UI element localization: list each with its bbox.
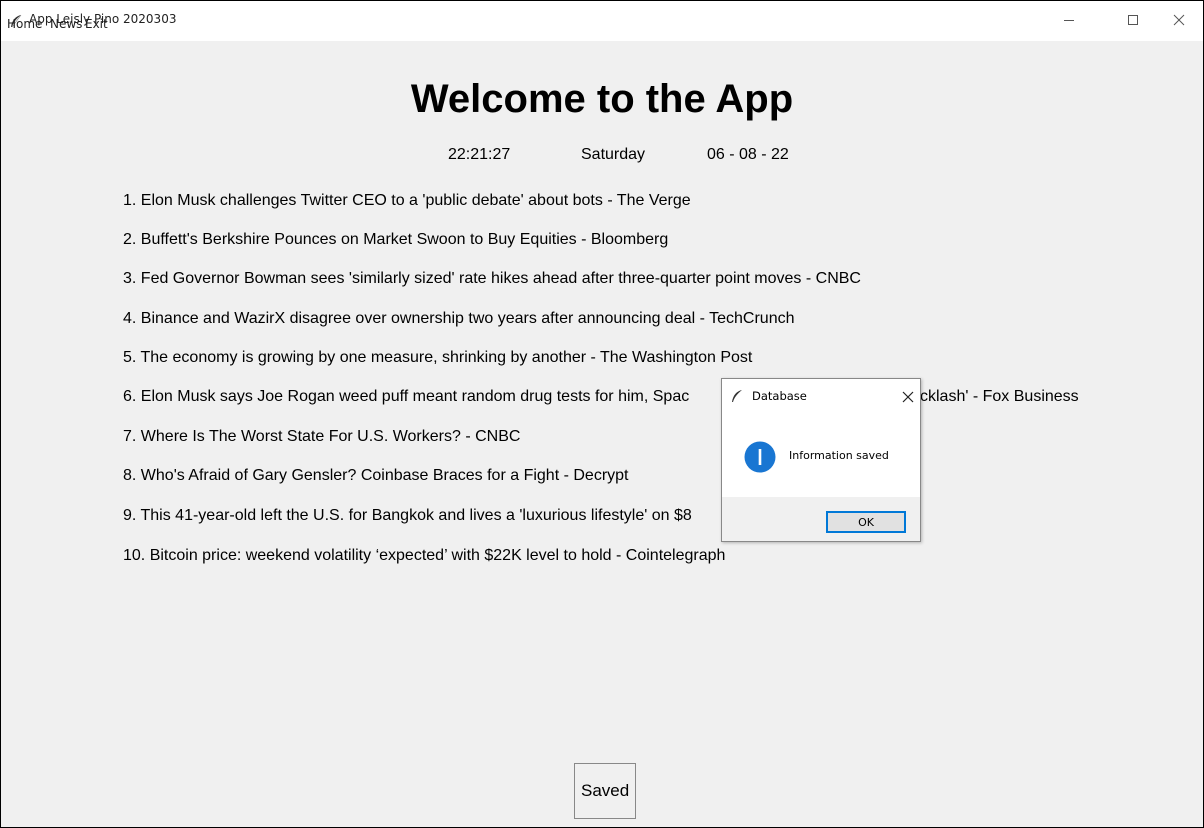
news-item: 8. Who's Afraid of Gary Gensler? Coinbas… — [123, 467, 629, 484]
news-item: 2. Buffett's Berkshire Pounces on Market… — [123, 231, 669, 248]
ok-button[interactable]: OK — [826, 511, 906, 533]
dialog-message: Information saved — [789, 449, 889, 462]
weekday: Saturday — [581, 146, 646, 163]
dialog-title-bar: Database — [722, 379, 920, 415]
news-item: 10. Bitcoin price: weekend volatility ‘e… — [123, 547, 726, 564]
news-item-tail: cklash' - Fox Business — [920, 388, 1079, 405]
clock-time: 22:21:27 — [448, 146, 511, 163]
news-item: 4. Binance and WazirX disagree over owne… — [123, 310, 795, 327]
close-icon[interactable] — [1167, 9, 1191, 31]
news-item: 1. Elon Musk challenges Twitter CEO to a… — [123, 192, 691, 209]
page-title: Welcome to the App — [410, 77, 794, 121]
close-icon[interactable] — [898, 387, 918, 407]
date: 06 - 08 - 22 — [707, 146, 789, 163]
news-item: 9. This 41-year-old left the U.S. for Ba… — [123, 507, 692, 524]
dialog-title: Database — [752, 389, 807, 403]
menu-bar: Home News Exit — [1, 17, 301, 39]
minimize-icon[interactable] — [1057, 9, 1081, 31]
maximize-icon[interactable] — [1121, 9, 1145, 31]
news-item: 5. The economy is growing by one measure… — [123, 349, 753, 366]
info-icon — [744, 441, 776, 473]
news-item: 7. Where Is The Worst State For U.S. Wor… — [123, 428, 521, 445]
saved-button[interactable]: Saved — [574, 763, 636, 819]
news-item: 6. Elon Musk says Joe Rogan weed puff me… — [123, 388, 690, 405]
dialog-body: Information saved — [722, 415, 920, 497]
database-dialog: Database Information saved OK — [721, 378, 921, 542]
menu-home[interactable]: Home — [7, 17, 42, 31]
menu-news[interactable]: News — [50, 17, 82, 31]
feather-icon — [732, 390, 742, 402]
news-item: 3. Fed Governor Bowman sees 'similarly s… — [123, 270, 861, 287]
menu-exit[interactable]: Exit — [85, 17, 108, 31]
app-window: App Leisly Pino 2020303 Home News Exit W… — [0, 0, 1204, 828]
